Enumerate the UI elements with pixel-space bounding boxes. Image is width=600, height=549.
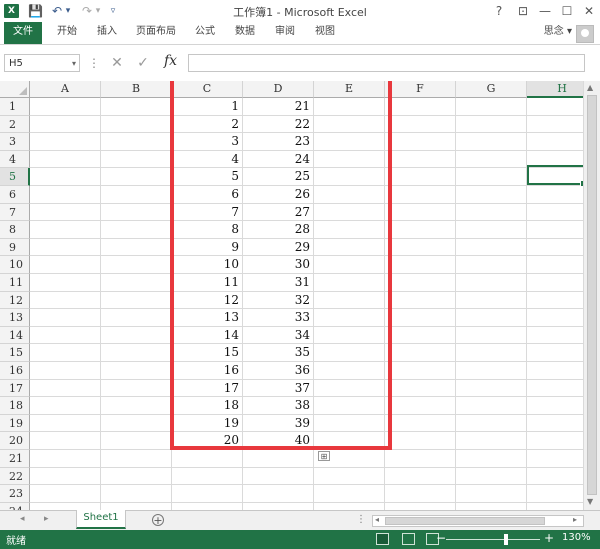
tab-page-layout[interactable]: 页面布局 <box>132 22 180 44</box>
select-all-button[interactable] <box>0 81 30 98</box>
window-title: 工作簿1 - Microsoft Excel <box>233 6 367 19</box>
row-header-22[interactable]: 22 <box>0 467 30 486</box>
row-gridline <box>30 484 583 486</box>
user-account[interactable]: 思念 ▾ <box>544 22 572 44</box>
row-gridline <box>30 466 583 468</box>
normal-view-icon[interactable] <box>376 533 389 545</box>
column-header-f[interactable]: F <box>385 81 456 98</box>
avatar[interactable] <box>576 25 594 43</box>
row-header-20[interactable]: 20 <box>0 432 30 450</box>
name-box-dropdown-icon[interactable]: ▾ <box>72 55 76 73</box>
scroll-left-icon[interactable]: ◂ <box>375 515 379 524</box>
row-header-2[interactable]: 2 <box>0 115 30 134</box>
tab-formulas[interactable]: 公式 <box>190 22 220 44</box>
row-header-10[interactable]: 10 <box>0 256 30 274</box>
row-header-23[interactable]: 23 <box>0 485 30 503</box>
zoom-out-icon[interactable]: − <box>436 531 446 545</box>
undo-dropdown-icon[interactable]: ▾ <box>64 3 72 19</box>
column-header-a[interactable]: A <box>30 81 101 98</box>
sheet-tab-splitter-icon[interactable]: ⋮ <box>356 514 366 525</box>
column-gridline <box>100 98 101 510</box>
active-cell-h5[interactable] <box>527 165 583 187</box>
row-header-24[interactable]: 24 <box>0 502 30 510</box>
redo-dropdown-icon[interactable]: ▾ <box>94 3 102 19</box>
column-gridline <box>455 98 456 510</box>
tab-data[interactable]: 数据 <box>230 22 260 44</box>
zoom-slider[interactable] <box>446 539 540 540</box>
enter-entry-icon[interactable]: ✓ <box>134 54 152 72</box>
zoom-slider-thumb[interactable] <box>504 534 508 545</box>
tab-view[interactable]: 视图 <box>310 22 340 44</box>
insert-function-icon[interactable]: fx <box>164 53 177 69</box>
minimize-button[interactable]: — <box>534 2 556 20</box>
row-header-15[interactable]: 15 <box>0 344 30 362</box>
undo-icon[interactable]: ↶ <box>50 3 64 19</box>
row-gridline <box>30 501 583 503</box>
zoom-level[interactable]: 130% <box>562 532 591 543</box>
status-bar: 就绪 − + 130% <box>0 530 600 549</box>
redo-icon[interactable]: ↷ <box>80 3 94 19</box>
title-bar: X 💾 ↶ ▾ ↷ ▾ ▿ 工作簿1 - Microsoft Excel ? ⊡… <box>0 0 600 22</box>
formula-bar-grip-icon[interactable]: ⋮ <box>88 56 100 70</box>
prev-sheet-icon[interactable]: ◂ <box>20 514 25 524</box>
user-name: 思念 <box>543 26 564 37</box>
column-header-h[interactable]: H <box>527 81 583 98</box>
row-header-7[interactable]: 7 <box>0 203 30 222</box>
help-button[interactable]: ? <box>488 2 510 20</box>
tab-file[interactable]: 文件 <box>4 22 42 44</box>
scroll-right-icon[interactable]: ▸ <box>573 515 577 524</box>
user-dropdown-icon: ▾ <box>566 26 572 37</box>
row-header-6[interactable]: 6 <box>0 186 30 204</box>
status-ready: 就绪 <box>6 536 26 547</box>
name-box-value: H5 <box>9 58 23 69</box>
row-header-1[interactable]: 1 <box>0 98 30 116</box>
add-sheet-icon[interactable]: + <box>152 514 164 526</box>
sheet-tab-bar: ◂ ▸ Sheet1 + ⋮ ◂ ▸ <box>0 510 600 531</box>
next-sheet-icon[interactable]: ▸ <box>44 514 49 524</box>
column-header-g[interactable]: G <box>456 81 527 98</box>
row-header-14[interactable]: 14 <box>0 326 30 345</box>
red-highlight-box <box>170 81 392 450</box>
scroll-down-icon[interactable]: ▼ <box>587 497 593 506</box>
row-header-11[interactable]: 11 <box>0 274 30 292</box>
row-header-8[interactable]: 8 <box>0 221 30 239</box>
close-button[interactable]: ✕ <box>578 2 600 20</box>
formula-input[interactable] <box>188 54 585 72</box>
formula-bar: H5 ▾ ⋮ ✕ ✓ fx <box>0 45 600 81</box>
ribbon-tabs: 文件 开始 插入 页面布局 公式 数据 审阅 视图 思念 ▾ <box>0 22 600 45</box>
row-header-13[interactable]: 13 <box>0 309 30 327</box>
row-header-18[interactable]: 18 <box>0 397 30 415</box>
row-header-19[interactable]: 19 <box>0 414 30 433</box>
row-header-5[interactable]: 5 <box>0 168 30 186</box>
column-header-b[interactable]: B <box>101 81 172 98</box>
row-header-16[interactable]: 16 <box>0 362 30 380</box>
tab-home[interactable]: 开始 <box>52 22 82 44</box>
row-header-9[interactable]: 9 <box>0 238 30 257</box>
row-header-4[interactable]: 4 <box>0 150 30 169</box>
horizontal-scrollbar[interactable]: ◂ ▸ <box>372 515 584 527</box>
customize-qat-icon[interactable]: ▿ <box>108 3 118 19</box>
horizontal-scroll-thumb[interactable] <box>385 517 545 525</box>
page-layout-view-icon[interactable] <box>402 533 415 545</box>
save-icon[interactable]: 💾 <box>28 3 43 19</box>
sheet-tab-sheet1[interactable]: Sheet1 <box>76 510 126 529</box>
cancel-entry-icon[interactable]: ✕ <box>108 54 126 72</box>
excel-app-icon[interactable]: X <box>4 4 19 18</box>
vertical-scrollbar[interactable]: ▲ ▼ <box>583 81 600 510</box>
column-gridline <box>526 98 527 510</box>
row-header-3[interactable]: 3 <box>0 133 30 151</box>
row-header-21[interactable]: 21 <box>0 450 30 468</box>
tab-review[interactable]: 审阅 <box>270 22 300 44</box>
quick-analysis-icon[interactable]: ⊞ <box>318 451 330 461</box>
maximize-button[interactable]: ☐ <box>556 2 578 20</box>
ribbon-display-options-icon[interactable]: ⊡ <box>512 2 534 20</box>
tab-insert[interactable]: 插入 <box>92 22 122 44</box>
vertical-scroll-thumb[interactable] <box>587 95 597 495</box>
row-header-12[interactable]: 12 <box>0 291 30 310</box>
name-box[interactable]: H5 ▾ <box>4 54 80 72</box>
scroll-up-icon[interactable]: ▲ <box>587 83 593 92</box>
worksheet-grid[interactable]: ABCDEFGH 1 2 3 4 5 6 7 8 9 10 11 12 13 14 15 16 17 18 19 20… <box>0 81 583 510</box>
row-header-17[interactable]: 17 <box>0 379 30 398</box>
zoom-in-icon[interactable]: + <box>544 531 554 545</box>
